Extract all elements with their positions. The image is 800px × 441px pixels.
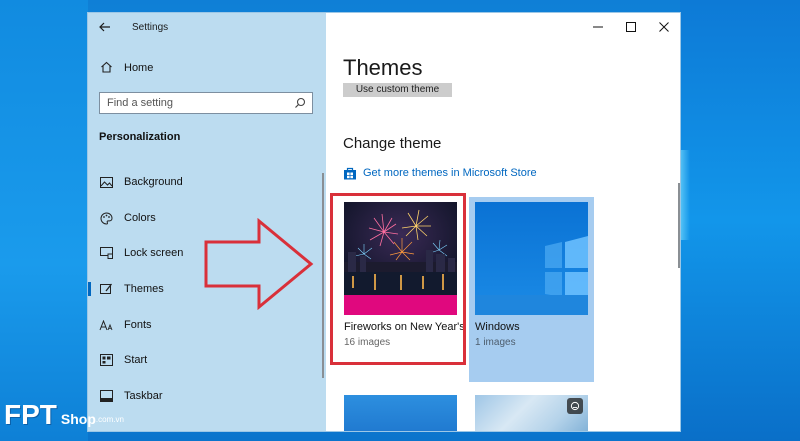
app-title: Settings [132,21,169,33]
themes-icon [98,281,114,297]
sidebar-item-label: Colors [124,212,156,224]
theme-tile-fireworks[interactable]: Fireworks on New Year's 16 images [338,197,465,382]
minimize-icon [592,26,603,28]
search-icon [295,97,306,108]
lock-screen-icon [98,245,114,261]
maximize-icon [625,22,636,32]
slideshow-badge-icon [567,398,583,414]
back-button[interactable] [88,13,122,41]
picture-icon [98,174,114,190]
sidebar-scrollbar[interactable] [322,173,324,378]
theme-name: Windows [475,321,520,333]
microsoft-store-link[interactable]: Get more themes in Microsoft Store [343,166,537,180]
minimize-button[interactable] [581,13,614,41]
desktop-background-right [680,0,800,441]
sidebar-item-background[interactable]: Background [88,168,326,196]
sidebar-item-label: Background [124,176,183,188]
sidebar-item-label: Taskbar [124,390,163,402]
fptshop-logo: FPT Shop .com.vn [4,400,124,430]
palette-icon [98,210,114,226]
content-scrollbar[interactable] [678,183,680,268]
home-nav-item[interactable]: Home [88,57,326,79]
search-box[interactable] [99,92,313,114]
sidebar-item-label: Start [124,354,148,366]
theme-thumbnail-row2-1[interactable] [344,395,457,431]
logo-domain-text: .com.vn [95,415,124,424]
store-bag-icon [344,167,356,180]
theme-image-count: 1 images [475,337,516,348]
desktop-background-left [0,0,88,441]
theme-tile-windows[interactable]: Windows 1 images [469,197,594,382]
sidebar-item-fonts[interactable]: Fonts [88,311,326,339]
theme-thumbnail-windows [475,202,588,315]
start-icon [98,352,114,368]
settings-window: Settings Home Personalization Background [87,12,681,432]
sidebar-item-label: Fonts [124,319,152,331]
theme-thumbnail-row2-2[interactable] [475,395,588,431]
desktop-glow [680,150,690,240]
theme-thumbnail-fireworks [344,202,457,315]
titlebar: Settings [88,13,326,41]
theme-name: Fireworks on New Year's [344,321,465,333]
sidebar-item-label: Themes [124,283,164,295]
maximize-button[interactable] [614,13,647,41]
store-link-label: Get more themes in Microsoft Store [363,167,537,179]
font-icon [98,317,114,333]
logo-fpt-text: FPT [4,399,57,430]
theme-image-count: 16 images [344,337,391,348]
windows-wallpaper-image [475,202,588,315]
home-icon [100,61,116,76]
fireworks-image [344,202,457,315]
theme-taskbar-strip [475,295,588,315]
sidebar-item-start[interactable]: Start [88,346,326,374]
change-theme-heading: Change theme [343,135,442,152]
use-custom-theme-button[interactable]: Use custom theme [343,83,452,97]
search-input[interactable] [107,97,287,109]
annotation-arrow-icon [204,218,314,310]
close-button[interactable] [647,13,680,41]
theme-accent-strip [344,295,457,315]
close-icon [658,22,669,32]
back-arrow-icon [99,22,110,32]
sidebar-item-label: Lock screen [124,247,184,259]
home-label: Home [124,62,154,74]
section-title: Personalization [99,131,181,143]
logo-shop-text: Shop [60,411,96,427]
page-title: Themes [343,55,423,80]
window-controls [326,13,680,41]
